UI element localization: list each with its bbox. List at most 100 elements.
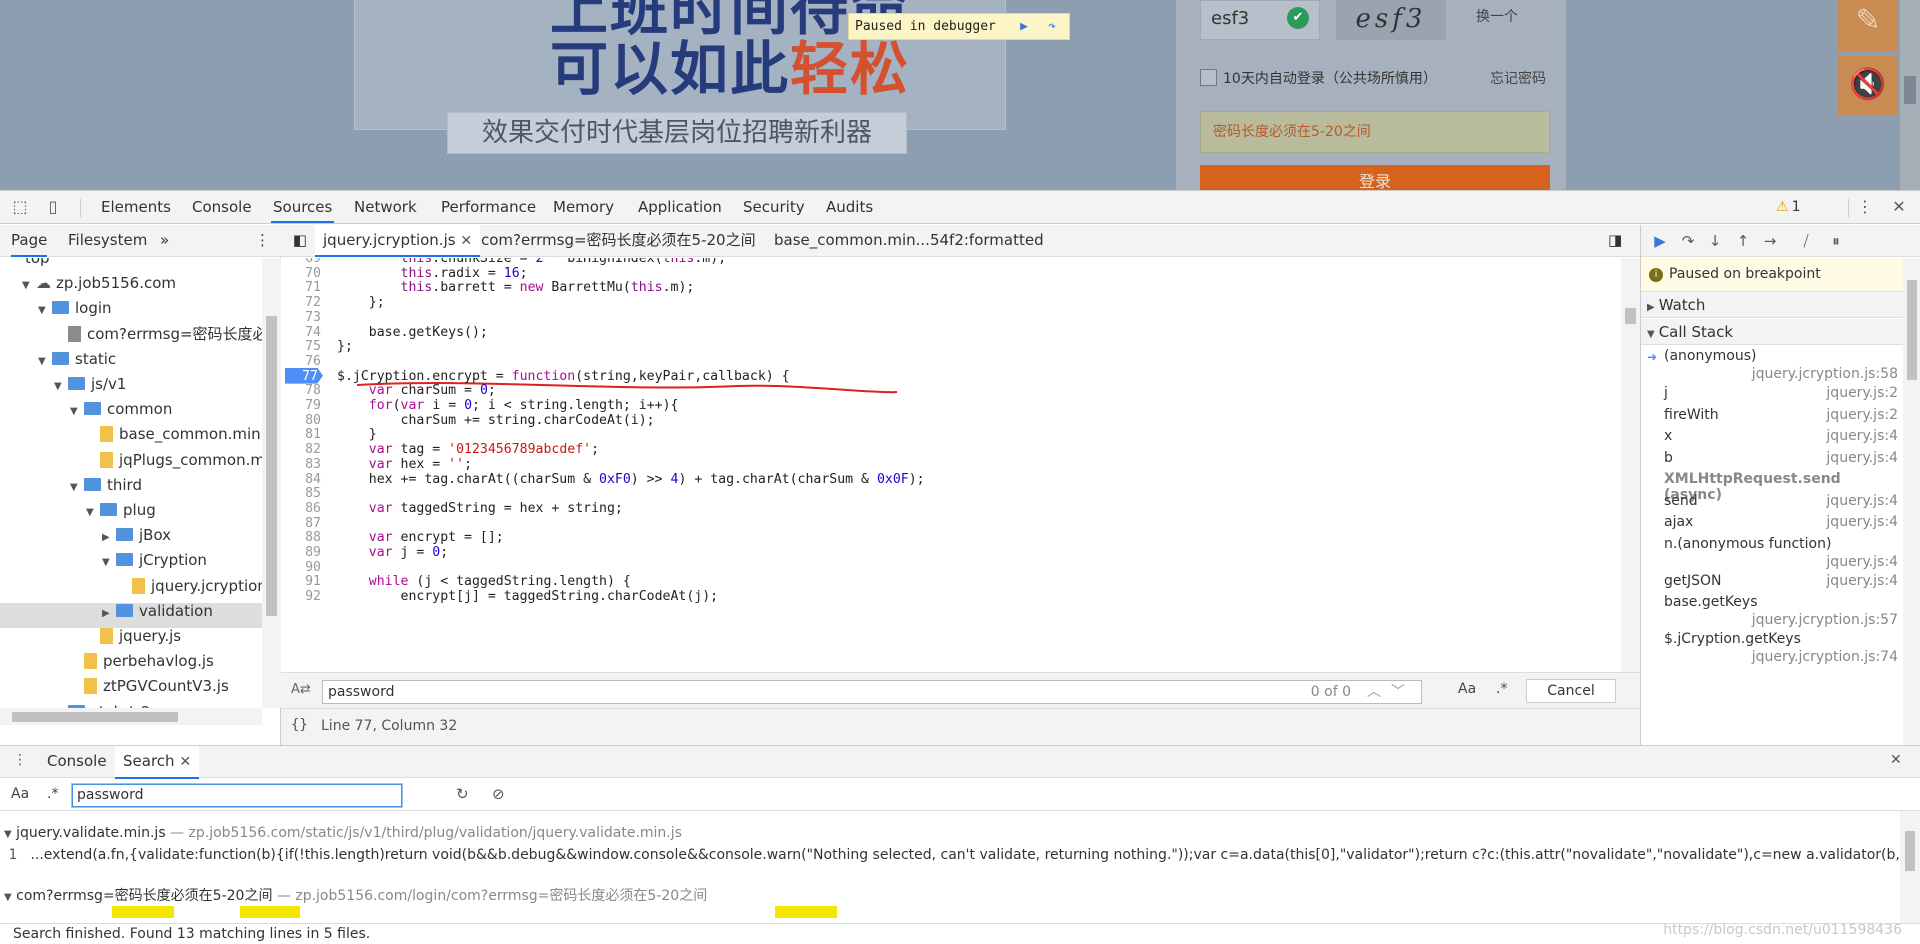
tab-audits[interactable]: Audits: [824, 191, 875, 223]
line-number[interactable]: 92: [281, 588, 321, 606]
tree-scrollbar-h-thumb[interactable]: [12, 712, 178, 722]
frame-location[interactable]: jquery.js:4: [1826, 450, 1898, 466]
frame-location[interactable]: jquery.js:2: [1826, 385, 1898, 401]
tree-item[interactable]: ▼ login: [38, 296, 112, 321]
step-icon[interactable]: →: [1759, 231, 1781, 251]
close-tab-icon[interactable]: ✕: [460, 233, 472, 249]
frame-location[interactable]: jquery.jcryption.js:58: [1752, 366, 1898, 382]
editor-tab-jcryption[interactable]: jquery.jcryption.js ✕: [315, 225, 481, 257]
resume-icon[interactable]: ▶: [1649, 231, 1671, 251]
frame-location[interactable]: jquery.js:4: [1826, 493, 1898, 509]
frame-location[interactable]: jquery.js:4: [1826, 573, 1898, 589]
debugger-scrollbar-thumb[interactable]: [1907, 280, 1917, 380]
collapse-icon[interactable]: ▼: [70, 475, 84, 500]
call-frame[interactable]: n.(anonymous function) jquery.js:4: [1641, 536, 1903, 572]
resume-icon[interactable]: ▶: [1013, 17, 1035, 37]
collapse-icon[interactable]: ▼: [70, 399, 84, 424]
collapse-icon[interactable]: ▼: [54, 374, 68, 399]
captcha-input[interactable]: esf3 ✔: [1200, 0, 1320, 40]
close-tab-icon[interactable]: ✕: [179, 754, 191, 770]
code-area[interactable]: 69 this.chunkSize = 2 * biHighIndex(this…: [281, 258, 1621, 672]
captcha-image[interactable]: esf3: [1336, 0, 1446, 40]
tree-item[interactable]: ▼ common: [70, 397, 172, 422]
call-frame[interactable]: fireWith jquery.js:2: [1641, 407, 1903, 429]
call-frame[interactable]: j jquery.js:2: [1641, 385, 1903, 407]
code-scrollbar-thumb[interactable]: [1625, 308, 1636, 324]
watch-section[interactable]: ▶ Watch: [1641, 292, 1903, 318]
breakpoint-line-number[interactable]: 77: [285, 367, 323, 384]
tree-item[interactable]: perbehavlog.js: [70, 649, 214, 674]
search-result-line[interactable]: 1 ...extend(a.fn,{validate:function(b){i…: [0, 847, 1900, 863]
drawer-tab-search[interactable]: Search ✕: [115, 746, 200, 779]
find-input[interactable]: password 0 of 0 ︿ ﹀: [322, 680, 1422, 704]
tree-item[interactable]: ▼ jCryption: [102, 548, 207, 573]
close-devtools-icon[interactable]: ✕: [1889, 197, 1909, 217]
tree-item[interactable]: ztPGVCountV3.js: [70, 674, 229, 699]
tab-network[interactable]: Network: [352, 191, 419, 223]
mute-icon[interactable]: 🔇: [1838, 56, 1898, 116]
collapse-icon[interactable]: ▼: [38, 349, 52, 374]
tree-scrollbar-horizontal[interactable]: [0, 708, 262, 725]
frame-location[interactable]: jquery.js:4: [1826, 428, 1898, 444]
tree-scrollbar-thumb[interactable]: [266, 316, 277, 616]
call-frame[interactable]: b jquery.js:4: [1641, 450, 1903, 472]
collapse-icon[interactable]: ▼: [102, 550, 116, 575]
frame-location[interactable]: jquery.jcryption.js:74: [1752, 649, 1898, 665]
pretty-print-icon[interactable]: {}: [291, 717, 308, 733]
tree-item[interactable]: ▼ static: [38, 347, 116, 372]
tree-scrollbar-vertical[interactable]: [262, 258, 281, 708]
tree-item[interactable]: ▼ ☁ zp.job5156.com: [22, 271, 176, 296]
tab-elements[interactable]: Elements: [99, 191, 173, 223]
frame-location[interactable]: jquery.js:2: [1826, 407, 1898, 423]
tab-performance[interactable]: Performance: [439, 191, 538, 223]
tree-item[interactable]: jquery.js: [86, 624, 181, 649]
find-prev-icon[interactable]: ︿: [1367, 681, 1381, 703]
inspect-element-icon[interactable]: ⬚: [10, 197, 30, 217]
step-over-icon[interactable]: ↷: [1041, 17, 1063, 37]
editor-tab-base-common[interactable]: base_common.min...54f2:formatted: [774, 225, 1044, 257]
expand-icon[interactable]: ▶: [102, 525, 116, 550]
tree-item[interactable]: jquery.jcryption.j: [118, 574, 262, 599]
pause-on-exceptions-icon[interactable]: ⏸: [1825, 231, 1847, 251]
toggle-debugger-icon[interactable]: ◨: [1608, 225, 1622, 257]
search-match-case-button[interactable]: Aa: [11, 786, 29, 802]
login-button[interactable]: 登录: [1200, 165, 1550, 190]
edit-icon[interactable]: ✎: [1838, 0, 1898, 52]
search-result-file[interactable]: ▼ jquery.validate.min.js — zp.job5156.co…: [0, 825, 1900, 841]
tree-item[interactable]: ▶ jBox: [102, 523, 171, 548]
tree-item[interactable]: ▶ validation: [102, 599, 213, 624]
tab-sources[interactable]: Sources: [271, 191, 335, 223]
tab-security[interactable]: Security: [741, 191, 807, 223]
call-frame[interactable]: send jquery.js:4: [1641, 493, 1903, 515]
remember-checkbox[interactable]: 10天内自动登录（公共场所慎用）: [1200, 68, 1437, 88]
forgot-password-link[interactable]: 忘记密码: [1490, 68, 1546, 88]
step-over-icon[interactable]: ↷: [1677, 231, 1699, 251]
results-scrollbar-thumb[interactable]: [1905, 831, 1915, 871]
search-input[interactable]: password: [71, 783, 403, 808]
frame-location[interactable]: jquery.jcryption.js:57: [1752, 612, 1898, 628]
frame-location[interactable]: jquery.js:4: [1826, 514, 1898, 530]
drawer-menu-icon[interactable]: ⋮: [13, 752, 27, 768]
tree-item[interactable]: ▼ js/v1: [54, 372, 126, 397]
search-result-file[interactable]: ▼ com?errmsg=密码长度必须在5-20之间 — zp.job5156.…: [0, 885, 1900, 905]
tab-memory[interactable]: Memory: [551, 191, 616, 223]
page-scrollbar[interactable]: [1900, 0, 1920, 190]
tree-item[interactable]: base_common.min.js: [86, 422, 262, 447]
search-result-line-partial[interactable]: [0, 906, 1900, 918]
callstack-section[interactable]: ▼ Call Stack: [1641, 319, 1903, 345]
tree-item[interactable]: top: [6, 258, 50, 271]
match-case-button[interactable]: Aa: [1458, 681, 1476, 697]
tree-item[interactable]: com?errmsg=密码长度必: [54, 322, 262, 347]
find-next-icon[interactable]: ﹀: [1391, 681, 1405, 703]
call-frame[interactable]: $.jCryption.getKeys jquery.jcryption.js:7…: [1641, 631, 1903, 667]
frame-location[interactable]: jquery.js:4: [1826, 554, 1898, 570]
call-frame[interactable]: base.getKeys jquery.jcryption.js:57: [1641, 594, 1903, 630]
refresh-icon[interactable]: ↻: [456, 785, 469, 803]
tree-item[interactable]: ▶style/v2: [54, 700, 150, 708]
more-tabs-icon[interactable]: »: [160, 225, 169, 255]
tab-filesystem[interactable]: Filesystem: [68, 225, 147, 255]
search-regex-button[interactable]: .*: [47, 786, 58, 802]
step-into-icon[interactable]: ↓: [1704, 231, 1726, 251]
device-toolbar-icon[interactable]: ▯: [43, 197, 63, 217]
call-frame[interactable]: ajax jquery.js:4: [1641, 514, 1903, 536]
